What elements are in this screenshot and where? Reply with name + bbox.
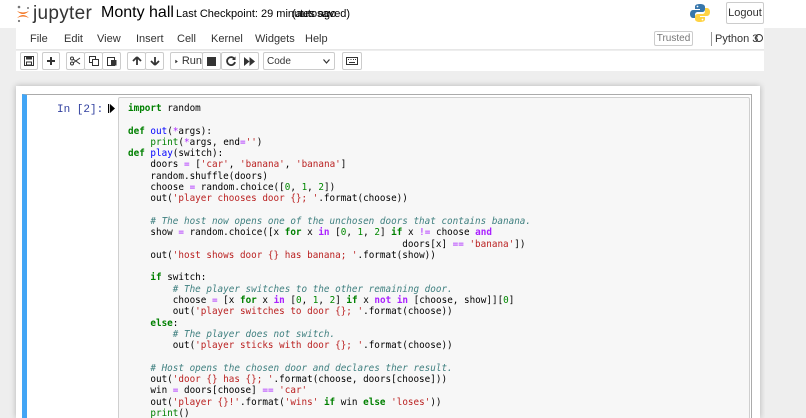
code-editor[interactable]: import random​def out(*args): print(*arg…	[118, 97, 750, 418]
code-line[interactable]: choose = random.choice([0, 1, 2])	[128, 182, 531, 193]
code-line[interactable]: out('player switches to door {}; '.forma…	[128, 306, 531, 317]
command-palette-button[interactable]	[342, 52, 362, 70]
chevron-down-icon	[323, 58, 330, 64]
page-scrollbar-area	[765, 86, 806, 418]
menu-kernel[interactable]: Kernel	[211, 33, 243, 45]
run-button[interactable]: Run	[170, 52, 203, 70]
arrow-up-icon	[131, 56, 142, 65]
kernel-idle-icon	[755, 34, 763, 42]
menu-edit[interactable]: Edit	[64, 33, 83, 45]
stop-icon	[207, 56, 216, 66]
trusted-indicator[interactable]: Trusted	[654, 31, 693, 46]
kernel-name: Python 3	[715, 33, 759, 45]
menu-insert[interactable]: Insert	[136, 33, 164, 45]
menubar: File Edit View Insert Cell Kernel Widget…	[16, 28, 764, 50]
menu-file[interactable]: File	[30, 33, 48, 45]
keyboard-icon	[346, 57, 358, 65]
paste-button[interactable]	[102, 52, 121, 70]
plus-icon	[47, 57, 55, 65]
code-line[interactable]: ​	[128, 205, 531, 216]
restart-run-all-button[interactable]	[239, 52, 259, 70]
code-line[interactable]: ​	[128, 352, 531, 363]
jupyter-logo[interactable]: jupyter	[16, 3, 93, 24]
notebook-header: jupyter Monty hall Last Checkpoint: 29 m…	[0, 0, 806, 28]
interrupt-kernel-button[interactable]	[202, 52, 221, 70]
code-line[interactable]: doors = ['car', 'banana', 'banana']	[128, 159, 531, 170]
step-forward-icon	[175, 59, 178, 63]
paste-icon	[106, 57, 116, 66]
code-line[interactable]: choose = [x for x in [0, 1, 2] if x not …	[128, 295, 531, 306]
code-line[interactable]: doors[x] == 'banana'])	[128, 239, 531, 250]
code-content[interactable]: import random​def out(*args): print(*arg…	[128, 103, 531, 418]
code-line[interactable]: out('player {}!'.format('wins' if win el…	[128, 397, 531, 408]
code-line[interactable]: # The host now opens one of the unchosen…	[128, 216, 531, 227]
code-line[interactable]: if switch:	[128, 272, 531, 283]
code-line[interactable]: # Host opens the chosen door and declare…	[128, 363, 531, 374]
cell-type-value: Code	[267, 55, 291, 67]
insert-cell-button[interactable]	[42, 52, 60, 70]
code-line[interactable]: ​	[128, 261, 531, 272]
code-line[interactable]: # The player does not switch.	[128, 329, 531, 340]
save-icon	[24, 56, 34, 66]
cell-prompt: In [2]:	[57, 104, 104, 116]
step-forward-icon[interactable]	[108, 104, 115, 113]
code-line[interactable]: print(*args, end='')	[128, 137, 531, 148]
toolbar: Run Code	[16, 51, 764, 71]
move-down-button[interactable]	[145, 52, 164, 70]
fast-forward-icon	[243, 56, 255, 66]
code-line[interactable]: def out(*args):	[128, 126, 531, 137]
autosave-status: (autosaved)	[292, 8, 351, 20]
cell-type-select[interactable]: Code	[263, 52, 335, 70]
code-line[interactable]: import random	[128, 103, 531, 114]
menu-widgets[interactable]: Widgets	[255, 33, 295, 45]
code-line[interactable]: ​	[128, 114, 531, 125]
save-button[interactable]	[20, 52, 38, 70]
jupyter-wordmark: jupyter	[33, 3, 93, 24]
code-line[interactable]: win = doors[choose] == 'car'	[128, 385, 531, 396]
kernel-divider	[711, 32, 712, 46]
jupyter-icon	[17, 5, 29, 23]
cut-button[interactable]	[66, 52, 85, 70]
menu-cell[interactable]: Cell	[177, 33, 196, 45]
menu-view[interactable]: View	[97, 33, 121, 45]
notebook-container: In [2]: import random​def out(*args): pr…	[16, 86, 760, 418]
code-line[interactable]: else:	[128, 318, 531, 329]
logout-button[interactable]: Logout	[726, 2, 764, 24]
code-line[interactable]: # The player switches to the other remai…	[128, 284, 531, 295]
python-logo-icon	[690, 4, 710, 22]
notebook-title[interactable]: Monty hall	[101, 4, 174, 22]
code-line[interactable]: out('host shows door {} has banana; '.fo…	[128, 250, 531, 261]
run-label: Run	[181, 55, 202, 67]
code-cell-selected[interactable]: In [2]: import random​def out(*args): pr…	[22, 94, 752, 418]
copy-icon	[88, 56, 99, 66]
arrow-down-icon	[149, 57, 160, 66]
move-up-button[interactable]	[127, 52, 146, 70]
restart-icon	[225, 56, 236, 66]
copy-button[interactable]	[84, 52, 103, 70]
menu-help[interactable]: Help	[305, 33, 328, 45]
code-line[interactable]: random.shuffle(doors)	[128, 171, 531, 182]
restart-kernel-button[interactable]	[221, 52, 240, 70]
cut-icon	[70, 56, 81, 66]
code-line[interactable]: print()	[128, 408, 531, 418]
code-line[interactable]: out('player chooses door {}; '.format(ch…	[128, 193, 531, 204]
code-line[interactable]: out('door {} has {}; '.format(choose, do…	[128, 374, 531, 385]
code-line[interactable]: out('player sticks with door {}; '.forma…	[128, 340, 531, 351]
code-line[interactable]: def play(switch):	[128, 148, 531, 159]
code-line[interactable]: show = random.choice([x for x in [0, 1, …	[128, 227, 531, 238]
